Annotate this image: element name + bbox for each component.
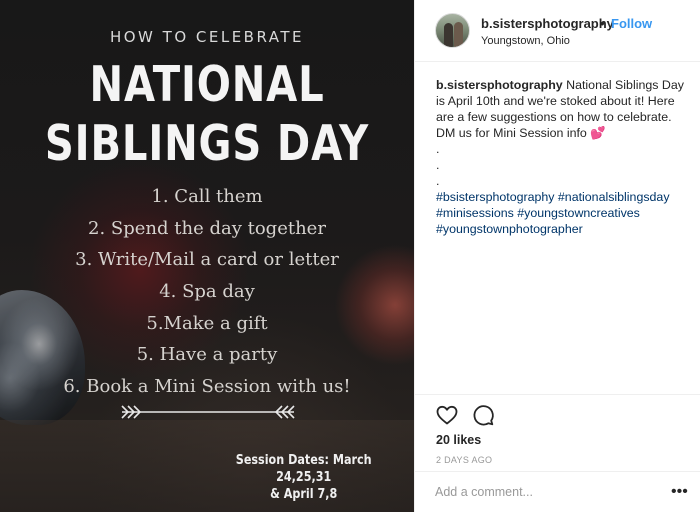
caption-username-link[interactable]: b.sistersphotography: [436, 78, 563, 92]
avatar[interactable]: [435, 13, 470, 48]
hashtag-link[interactable]: #bsistersphotography #nationalsiblingsda…: [436, 189, 686, 205]
post-actions: 20 likes 2 DAYS AGO •••: [415, 394, 700, 509]
tip-item: 5.Make a gift: [146, 312, 268, 334]
tip-item: 3. Write/Mail a card or letter: [75, 249, 339, 271]
comment-icon[interactable]: [471, 403, 495, 427]
post-sidebar: b.sistersphotography • Follow Youngstown…: [414, 0, 700, 512]
tip-item: 4. Spa day: [159, 281, 255, 303]
comment-input[interactable]: [435, 482, 655, 502]
caption-dot: .: [436, 142, 440, 156]
session-dates-line2: & April 7,8: [270, 487, 338, 502]
tip-item: 6. Book a Mini Session with us!: [63, 376, 351, 398]
image-title-line2: SIBLINGS DAY: [44, 115, 370, 172]
caption-dot: .: [436, 158, 440, 172]
image-title-line1: NATIONAL: [89, 56, 325, 113]
tip-item: 5. Have a party: [136, 344, 278, 366]
session-dates: Session Dates: March 24,25,31 & April 7,…: [222, 452, 385, 503]
location-link[interactable]: Youngstown, Ohio: [481, 35, 570, 47]
post-timestamp[interactable]: 2 DAYS AGO: [436, 455, 492, 465]
likes-count[interactable]: 20 likes: [436, 433, 481, 447]
tip-item: 1. Call them: [151, 186, 263, 207]
username-link[interactable]: b.sistersphotography: [481, 16, 614, 31]
more-options-icon[interactable]: •••: [671, 483, 688, 501]
follow-button[interactable]: Follow: [611, 16, 652, 31]
post-caption: b.sistersphotography National Siblings D…: [436, 77, 686, 237]
session-dates-line1: Session Dates: March 24,25,31: [235, 453, 372, 485]
caption-dot: .: [436, 174, 440, 188]
tips-list: 1. Call them 2. Spend the day together 3…: [0, 181, 414, 403]
post-header: b.sistersphotography • Follow Youngstown…: [415, 0, 700, 62]
tip-item: 2. Spend the day together: [88, 217, 326, 239]
comment-box: •••: [415, 471, 700, 512]
hashtag-link[interactable]: #minisessions #youngstowncreatives: [436, 205, 686, 221]
image-subtitle: HOW TO CELEBRATE: [109, 28, 305, 46]
post-image: HOW TO CELEBRATE NATIONAL SIBLINGS DAY 1…: [0, 0, 414, 512]
separator-dot: •: [600, 16, 605, 31]
heart-icon[interactable]: [435, 403, 459, 427]
hashtag-link[interactable]: #youngstownphotographer: [436, 221, 686, 237]
arrow-divider-icon: [121, 405, 295, 419]
